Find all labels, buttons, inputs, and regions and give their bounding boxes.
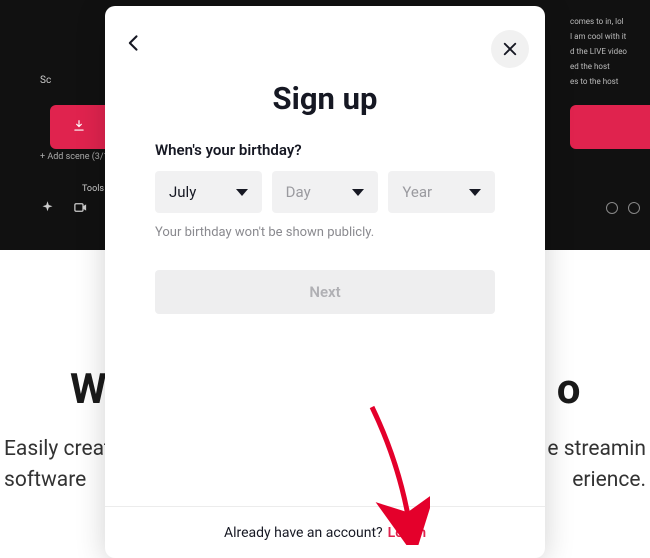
chevron-left-icon: [124, 33, 144, 53]
day-select[interactable]: Day: [272, 171, 379, 213]
next-button[interactable]: Next: [155, 270, 495, 314]
birthday-label: When's your birthday?: [155, 141, 495, 159]
modal-title: Sign up: [105, 80, 545, 117]
chevron-down-icon: [352, 189, 364, 196]
month-select-value: July: [169, 183, 196, 201]
year-select-placeholder: Year: [402, 183, 432, 201]
year-select[interactable]: Year: [388, 171, 495, 213]
chevron-down-icon: [236, 189, 248, 196]
month-select[interactable]: July: [155, 171, 262, 213]
login-link[interactable]: Log in: [388, 525, 426, 541]
modal-overlay: Sign up When's your birthday? July Day Y…: [0, 0, 650, 558]
close-button[interactable]: [491, 30, 529, 68]
modal-header: [105, 6, 545, 70]
birthday-selects: July Day Year: [155, 171, 495, 213]
chevron-down-icon: [469, 189, 481, 196]
signup-modal: Sign up When's your birthday? July Day Y…: [105, 6, 545, 558]
birthday-form: When's your birthday? July Day Year Your…: [105, 117, 545, 314]
day-select-placeholder: Day: [286, 183, 311, 201]
back-button[interactable]: [119, 28, 149, 58]
birthday-hint: Your birthday won't be shown publicly.: [155, 225, 495, 240]
modal-footer: Already have an account? Log in: [105, 506, 545, 558]
close-icon: [501, 40, 519, 58]
footer-text: Already have an account?: [224, 525, 383, 541]
